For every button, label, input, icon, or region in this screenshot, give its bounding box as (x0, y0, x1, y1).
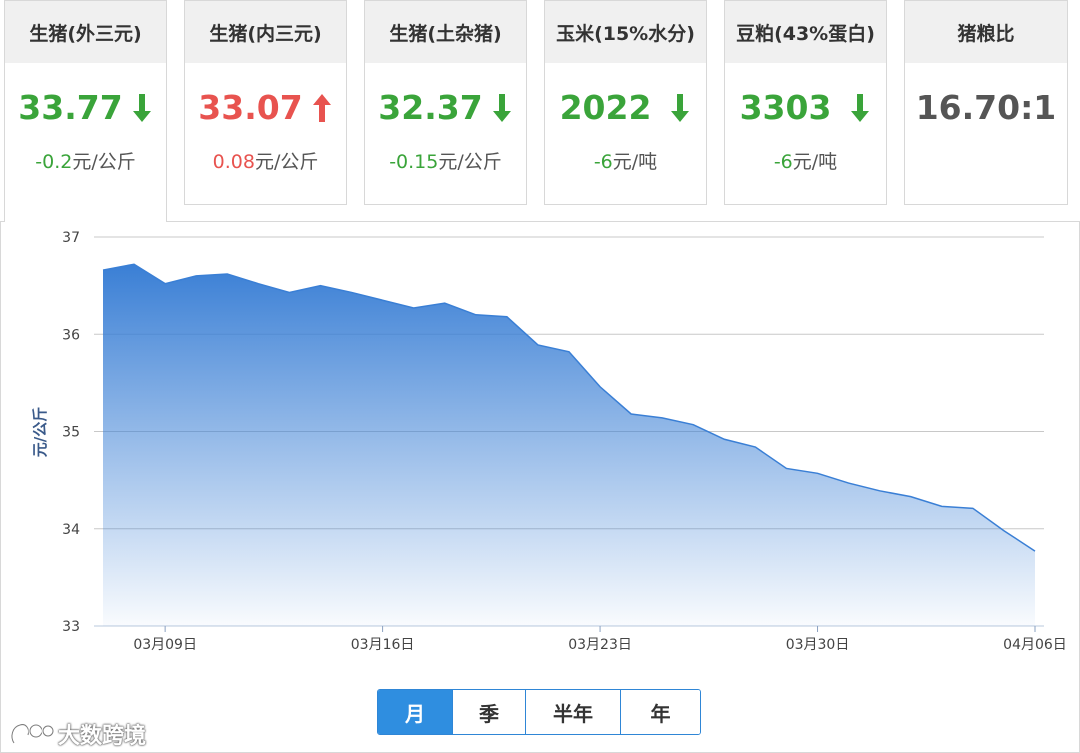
series-area (103, 264, 1035, 626)
card-unit: 元/公斤 (72, 151, 136, 173)
card-title: 玉米(15%水分) (545, 1, 706, 63)
card-unit: 元/吨 (792, 151, 838, 173)
x-tick-label: 03月16日 (351, 637, 415, 651)
price-trend-chart: 33 34 35 36 37 03月09日 03月16日 03月23日 03月30日 04月06日… (31, 230, 1067, 651)
price-card-live-hog-external[interactable]: 生猪(外三元) 33.77 -0.2元/公斤 (4, 0, 167, 222)
card-change: 0.08 (212, 151, 255, 173)
watermark: 大数跨境 (8, 718, 146, 750)
arrow-down-icon (851, 93, 870, 122)
card-price: 32.37 (378, 88, 483, 127)
y-tick-label: 33 (62, 619, 80, 635)
price-card-soybean-meal[interactable]: 豆粕(43%蛋白) 3303 -6元/吨 (724, 0, 887, 205)
x-tick-label: 04月06日 (1003, 637, 1067, 651)
y-tick-label: 34 (62, 522, 80, 538)
card-price: 2022 (559, 88, 652, 127)
price-card-live-hog-internal[interactable]: 生猪(内三元) 33.07 0.08元/公斤 (184, 0, 347, 205)
card-title: 生猪(土杂猪) (365, 1, 526, 63)
y-tick-label: 35 (62, 425, 80, 441)
card-title: 生猪(内三元) (185, 1, 346, 63)
x-tick-label: 03月23日 (568, 637, 632, 651)
arrow-up-icon (312, 93, 331, 122)
card-unit: 元/公斤 (438, 151, 502, 173)
x-tick-label: 03月30日 (786, 637, 850, 651)
y-tick-label: 37 (62, 230, 80, 246)
y-axis-title: 元/公斤 (31, 407, 49, 457)
card-unit: 元/吨 (612, 151, 658, 173)
y-tick-label: 36 (62, 327, 80, 343)
range-tab-year[interactable]: 年 (621, 690, 700, 734)
range-tab-quarter[interactable]: 季 (453, 690, 526, 734)
arrow-down-icon (492, 93, 511, 122)
range-tab-half-year[interactable]: 半年 (526, 690, 621, 734)
price-cards: 生猪(外三元) 33.77 -0.2元/公斤 生猪(内三元) 33.07 0.0… (0, 0, 1080, 222)
card-title: 猪粮比 (905, 1, 1067, 63)
card-title: 生猪(外三元) (5, 1, 166, 63)
card-change: -0.15 (389, 151, 439, 173)
card-price: 33.77 (18, 88, 123, 127)
card-price: 16.70:1 (915, 88, 1057, 127)
range-tab-month[interactable]: 月 (378, 690, 453, 734)
price-card-hog-grain-ratio[interactable]: 猪粮比 16.70:1 (904, 0, 1068, 205)
arrow-down-icon (671, 93, 690, 122)
time-range-tabs: 月 季 半年 年 (377, 689, 701, 735)
card-price: 33.07 (198, 88, 303, 127)
card-change: -0.2 (35, 151, 73, 173)
card-title: 豆粕(43%蛋白) (725, 1, 886, 63)
price-card-corn[interactable]: 玉米(15%水分) 2022 -6元/吨 (544, 0, 707, 205)
card-price: 3303 (739, 88, 832, 127)
card-change: -6 (773, 151, 793, 173)
arrow-down-icon (132, 93, 151, 122)
watermark-logo-icon (10, 723, 54, 744)
watermark-text: 大数跨境 (58, 724, 147, 749)
card-change: -6 (593, 151, 613, 173)
card-unit: 元/公斤 (254, 151, 319, 173)
price-card-live-hog-native[interactable]: 生猪(土杂猪) 32.37 -0.15元/公斤 (364, 0, 527, 205)
x-tick-label: 03月09日 (133, 637, 197, 651)
